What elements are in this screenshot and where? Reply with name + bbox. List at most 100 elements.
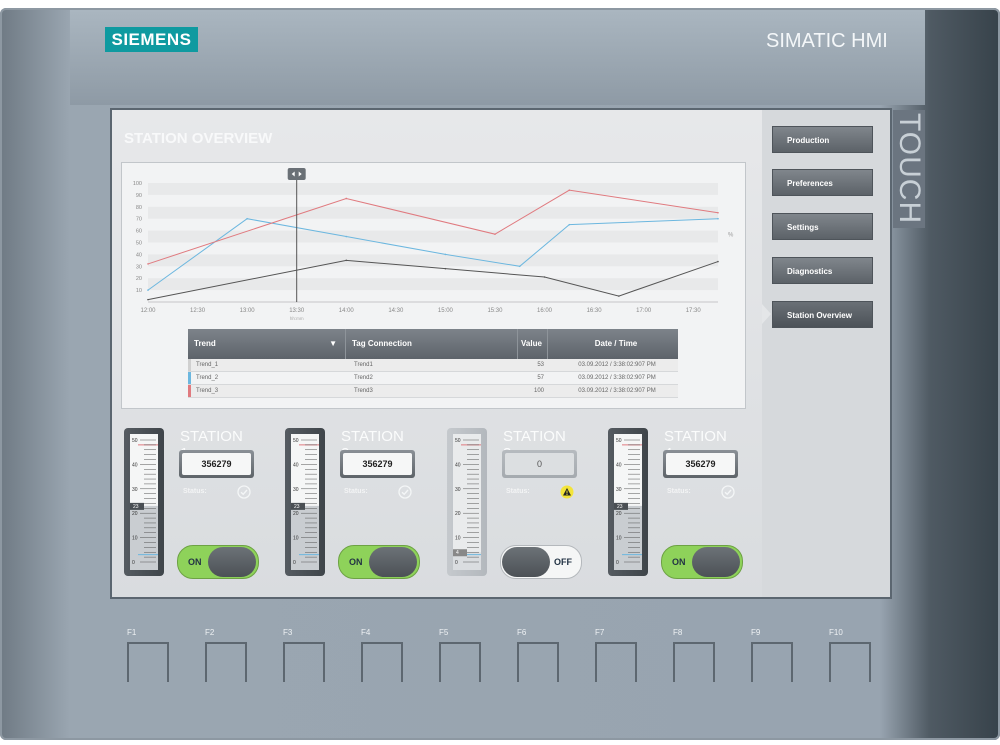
station-value: 356279 — [182, 453, 251, 475]
trend-table-header: Trend ▼ Tag Connection Value Date / Time — [188, 329, 678, 359]
station-panel: 50403020100 23 STATION 2 356279 Status: … — [276, 428, 420, 583]
nav-button-production[interactable]: Production — [772, 126, 873, 153]
toggle-label: ON — [349, 557, 363, 567]
function-key-button[interactable] — [673, 642, 715, 682]
x-tick-label: 13:30 — [289, 308, 305, 314]
function-key-label: F5 — [439, 628, 449, 637]
series-color-swatch — [188, 359, 191, 371]
main-area: STATION OVERVIEW 10 20 30 40 50 60 70 80 90 100 12… — [112, 110, 762, 597]
station-value: 0 — [505, 453, 574, 475]
station-toggle[interactable]: OFF — [500, 545, 582, 579]
cell-trend: Trend_2 — [188, 372, 346, 384]
gauge-tick-label: 50 — [132, 438, 138, 444]
table-row[interactable]: Trend_1 Trend1 53 03.09.2012 / 3:38:02:9… — [188, 359, 678, 372]
station-toggle[interactable]: ON — [661, 545, 743, 579]
x-tick-label: 13:00 — [240, 308, 256, 314]
x-tick-label: 12:30 — [190, 308, 206, 314]
x-axis-label: hh:mm — [290, 316, 304, 321]
gauge-tick-label: 40 — [293, 462, 299, 468]
x-tick-label: 16:00 — [537, 308, 553, 314]
function-key-button[interactable] — [517, 642, 559, 682]
function-key-label: F6 — [517, 628, 527, 637]
gauge-tick-label: 50 — [616, 438, 622, 444]
gauge-value-label: 23 — [133, 504, 139, 510]
series-point — [147, 298, 149, 301]
function-key-button[interactable] — [361, 642, 403, 682]
function-key-label: F1 — [127, 628, 137, 637]
gauge-tick-label: 10 — [132, 536, 138, 542]
gauge-tick-label: 20 — [132, 511, 138, 517]
th-tag-connection[interactable]: Tag Connection — [346, 329, 518, 359]
function-key-button[interactable] — [439, 642, 481, 682]
series-color-swatch — [188, 372, 191, 384]
toggle-knob[interactable] — [369, 547, 417, 577]
table-row[interactable]: Trend_2 Trend2 57 03.09.2012 / 3:38:02:9… — [188, 372, 678, 385]
gauge-frame: 50 40 30 20 10 0 4 — [447, 428, 487, 576]
toggle-knob[interactable] — [208, 547, 256, 577]
grid-band — [148, 183, 718, 195]
function-key-button[interactable] — [205, 642, 247, 682]
station-value-field[interactable]: 356279 — [179, 450, 254, 478]
status-label: Status: — [506, 488, 530, 495]
station-value-field[interactable]: 356279 — [663, 450, 738, 478]
nav-button-diagnostics[interactable]: Diagnostics — [772, 257, 873, 284]
series-point — [568, 223, 571, 226]
function-key-button[interactable] — [595, 642, 637, 682]
nav-button-settings[interactable]: Settings — [772, 213, 873, 240]
th-trend[interactable]: Trend ▼ — [188, 329, 346, 359]
y-tick-label: 10 — [136, 288, 142, 294]
function-key-button[interactable] — [751, 642, 793, 682]
station-panel: 50403020100 4 STATION 3 0 Status: OFF — [438, 428, 582, 583]
cell-trend: Trend_3 — [188, 385, 346, 397]
hmi-screen: STATION OVERVIEW 10 20 30 40 50 60 70 80 90 100 12… — [112, 110, 890, 597]
gauge-tick-label: 0 — [132, 560, 135, 566]
function-key-button[interactable] — [829, 642, 871, 682]
nav-button-station-overview[interactable]: Station Overview — [772, 301, 873, 328]
trend-view[interactable]: 10 20 30 40 50 60 70 80 90 100 12:00 12:30 13:00 13:3… — [121, 162, 746, 409]
function-key-label: F9 — [751, 628, 761, 637]
x-tick-label: 17:00 — [636, 308, 652, 314]
y-tick-label: 30 — [136, 264, 142, 270]
cell-trend: Trend_1 — [188, 359, 346, 371]
gauge-frame: 50 40 30 20 10 0 23 — [608, 428, 648, 576]
series-point — [246, 217, 248, 220]
y-tick-label: 20 — [136, 276, 142, 282]
gauge-tick-label: 50 — [293, 438, 299, 444]
gauge-tick-label: 40 — [455, 462, 461, 468]
toggle-knob[interactable] — [502, 547, 550, 577]
trend-table: Trend ▼ Tag Connection Value Date / Time … — [188, 329, 678, 398]
level-gauge: 50 40 30 20 10 0 4 — [453, 434, 481, 570]
function-key-button[interactable] — [283, 642, 325, 682]
series-point — [518, 265, 521, 268]
function-key-button[interactable] — [127, 642, 169, 682]
station-value: 356279 — [666, 453, 735, 475]
series-point — [345, 235, 348, 238]
station-value-field[interactable]: 356279 — [340, 450, 415, 478]
gauge-tick-label: 50 — [455, 438, 461, 444]
ruler-handle[interactable] — [287, 168, 306, 180]
series-point — [494, 233, 496, 235]
station-value-field[interactable]: 0 — [502, 450, 577, 478]
grid-band — [148, 206, 718, 219]
x-tick-label: 16:30 — [587, 308, 603, 314]
function-key-label: F2 — [205, 628, 215, 637]
th-value[interactable]: Value — [518, 329, 548, 359]
th-datetime[interactable]: Date / Time — [548, 329, 678, 359]
x-tick-label: 14:00 — [339, 308, 355, 314]
active-nav-arrow-icon — [762, 304, 771, 324]
series-point — [543, 276, 546, 278]
table-row[interactable]: Trend_3 Trend3 100 03.09.2012 / 3:38:02:… — [188, 385, 678, 398]
toggle-knob[interactable] — [692, 547, 740, 577]
nav-button-preferences[interactable]: Preferences — [772, 169, 873, 196]
touch-label: TOUCH — [893, 110, 926, 228]
grid-band — [148, 254, 718, 267]
y-tick-label: 90 — [136, 193, 142, 199]
status-ok-icon — [398, 485, 412, 499]
trend-table-body: Trend_1 Trend1 53 03.09.2012 / 3:38:02:9… — [188, 359, 678, 398]
cell-tag: Trend1 — [354, 362, 373, 368]
series-point — [444, 267, 447, 270]
station-toggle[interactable]: ON — [177, 545, 259, 579]
function-key-label: F8 — [673, 628, 683, 637]
station-toggle[interactable]: ON — [338, 545, 420, 579]
toggle-label: OFF — [554, 557, 572, 567]
